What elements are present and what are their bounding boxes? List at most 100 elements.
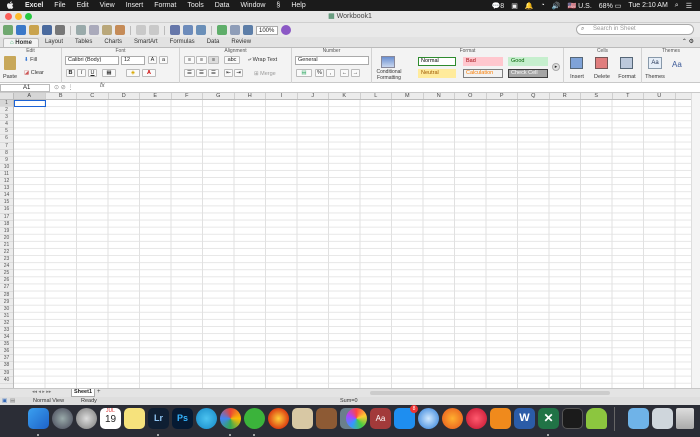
column-header-m[interactable]: M: [392, 93, 424, 99]
column-header-t[interactable]: T: [613, 93, 644, 99]
row-header-13[interactable]: 13: [0, 185, 13, 193]
orientation-button[interactable]: abc: [224, 56, 240, 64]
sheet-tab-sheet1[interactable]: Sheet1: [71, 389, 95, 397]
increase-font-icon[interactable]: A: [148, 56, 157, 64]
style-normal[interactable]: Normal: [418, 57, 456, 66]
row-header-24[interactable]: 24: [0, 263, 13, 271]
vertical-scrollbar[interactable]: [691, 93, 700, 388]
itunes-icon[interactable]: [466, 408, 487, 429]
font-name-select[interactable]: Calibri (Body): [65, 56, 119, 65]
add-sheet-button[interactable]: +: [97, 389, 101, 396]
theme-fonts-button[interactable]: Aa: [672, 61, 682, 69]
copy-icon[interactable]: [89, 25, 99, 35]
cell-area[interactable]: [14, 100, 691, 388]
row-header-11[interactable]: 11: [0, 171, 13, 179]
delete-button[interactable]: Delete: [591, 74, 613, 80]
format-painter-icon[interactable]: [115, 25, 125, 35]
themes-button[interactable]: Themes: [642, 74, 668, 80]
column-header-q[interactable]: Q: [518, 93, 550, 99]
column-header-l[interactable]: L: [361, 93, 392, 99]
styles-more-icon[interactable]: ▸: [552, 63, 560, 71]
column-header-b[interactable]: B: [46, 93, 77, 99]
comma-style-icon[interactable]: ,: [326, 69, 335, 77]
normal-view-icon[interactable]: ▣: [2, 397, 7, 405]
decrease-decimal-icon[interactable]: →: [351, 69, 360, 77]
delete-cells-icon[interactable]: [595, 57, 608, 69]
photoshop-icon[interactable]: Ps: [172, 408, 193, 429]
insert-button[interactable]: Insert: [566, 74, 588, 80]
row-header-29[interactable]: 29: [0, 299, 13, 306]
horizontal-scrollbar[interactable]: [370, 391, 610, 395]
row-header-1[interactable]: 1: [0, 100, 13, 108]
column-header-a[interactable]: A: [14, 93, 46, 99]
paste-clipboard-icon[interactable]: [4, 56, 16, 70]
conditional-formatting-icon[interactable]: [381, 56, 395, 68]
downloads-folder-icon[interactable]: [628, 408, 649, 429]
menu-format[interactable]: Format: [154, 2, 176, 9]
row-header-34[interactable]: 34: [0, 334, 13, 342]
paste-icon[interactable]: [102, 25, 112, 35]
row-header-33[interactable]: 33: [0, 327, 13, 335]
calendar-icon[interactable]: JUL 19: [100, 408, 121, 429]
row-header-39[interactable]: 39: [0, 370, 13, 377]
script-icon[interactable]: §: [276, 2, 280, 9]
sheet-nav-arrows-icon[interactable]: ◂◂ ◂ ▸ ▸▸: [32, 389, 51, 395]
bell-status-icon[interactable]: 🔔: [525, 2, 534, 10]
align-middle-icon[interactable]: ≡: [196, 56, 207, 64]
font-color-icon[interactable]: A: [142, 69, 156, 77]
spotlight-icon[interactable]: ⌕: [675, 2, 679, 10]
volume-icon[interactable]: 🔊: [552, 2, 561, 10]
ibooks-orange-icon[interactable]: [490, 408, 511, 429]
row-header-7[interactable]: 7: [0, 143, 13, 150]
skype-icon[interactable]: [196, 408, 217, 429]
launchpad-icon[interactable]: [52, 408, 73, 429]
conditional-formatting-button[interactable]: Conditional Formatting: [374, 69, 404, 81]
number-format-select[interactable]: General: [295, 56, 369, 65]
battery-indicator[interactable]: 68% ▭: [599, 2, 622, 10]
style-neutral[interactable]: Neutral: [418, 69, 456, 78]
select-all-corner[interactable]: [0, 93, 14, 100]
redo-icon[interactable]: [149, 25, 159, 35]
align-left-icon[interactable]: ☰: [184, 69, 195, 77]
row-header-6[interactable]: 6: [0, 135, 13, 143]
row-header-27[interactable]: 27: [0, 284, 13, 292]
wechat-status-icon[interactable]: 💬8: [492, 2, 505, 10]
column-header-i[interactable]: I: [266, 93, 298, 99]
filter-icon[interactable]: [196, 25, 206, 35]
insert-cells-icon[interactable]: [570, 57, 583, 69]
wrap-text-button[interactable]: ⤶ Wrap Text: [248, 57, 277, 63]
font-size-select[interactable]: 12: [121, 56, 145, 65]
column-header-u[interactable]: U: [644, 93, 676, 99]
wifi-icon[interactable]: ◔: [541, 2, 545, 9]
menu-edit[interactable]: Edit: [77, 2, 89, 9]
autosum-icon[interactable]: [170, 25, 180, 35]
help-icon[interactable]: [281, 25, 291, 35]
terminal-icon[interactable]: [562, 408, 583, 429]
new-workbook-icon[interactable]: [16, 25, 26, 35]
row-header-32[interactable]: 32: [0, 320, 13, 327]
row-header-14[interactable]: 14: [0, 192, 13, 200]
style-check-cell[interactable]: Check Cell: [508, 69, 548, 78]
firefox-icon[interactable]: [442, 408, 463, 429]
row-header-37[interactable]: 37: [0, 355, 13, 363]
row-header-40[interactable]: 40: [0, 377, 13, 384]
qq-icon[interactable]: [268, 408, 289, 429]
style-calculation[interactable]: Calculation: [463, 69, 503, 78]
row-header-28[interactable]: 28: [0, 292, 13, 299]
input-source[interactable]: 🇺🇸 U.S.: [567, 2, 591, 10]
formula-controls-icon[interactable]: ⊙ ⊘ ⋮: [54, 84, 73, 91]
column-header-g[interactable]: G: [203, 93, 235, 99]
app-store-icon[interactable]: 8: [394, 405, 418, 429]
media-browser-icon[interactable]: [243, 25, 253, 35]
bold-button[interactable]: B: [66, 69, 75, 77]
row-header-16[interactable]: 16: [0, 206, 13, 214]
tab-tables[interactable]: Tables: [69, 38, 98, 47]
column-header-k[interactable]: K: [329, 93, 361, 99]
trash-icon[interactable]: [676, 408, 694, 429]
indent-decrease-icon[interactable]: ⇤: [224, 69, 233, 77]
status-sum[interactable]: Sum=0: [340, 397, 358, 405]
notes-icon[interactable]: [124, 408, 145, 429]
row-header-2[interactable]: 2: [0, 107, 13, 115]
row-header-35[interactable]: 35: [0, 341, 13, 349]
finder-icon[interactable]: [28, 408, 49, 429]
